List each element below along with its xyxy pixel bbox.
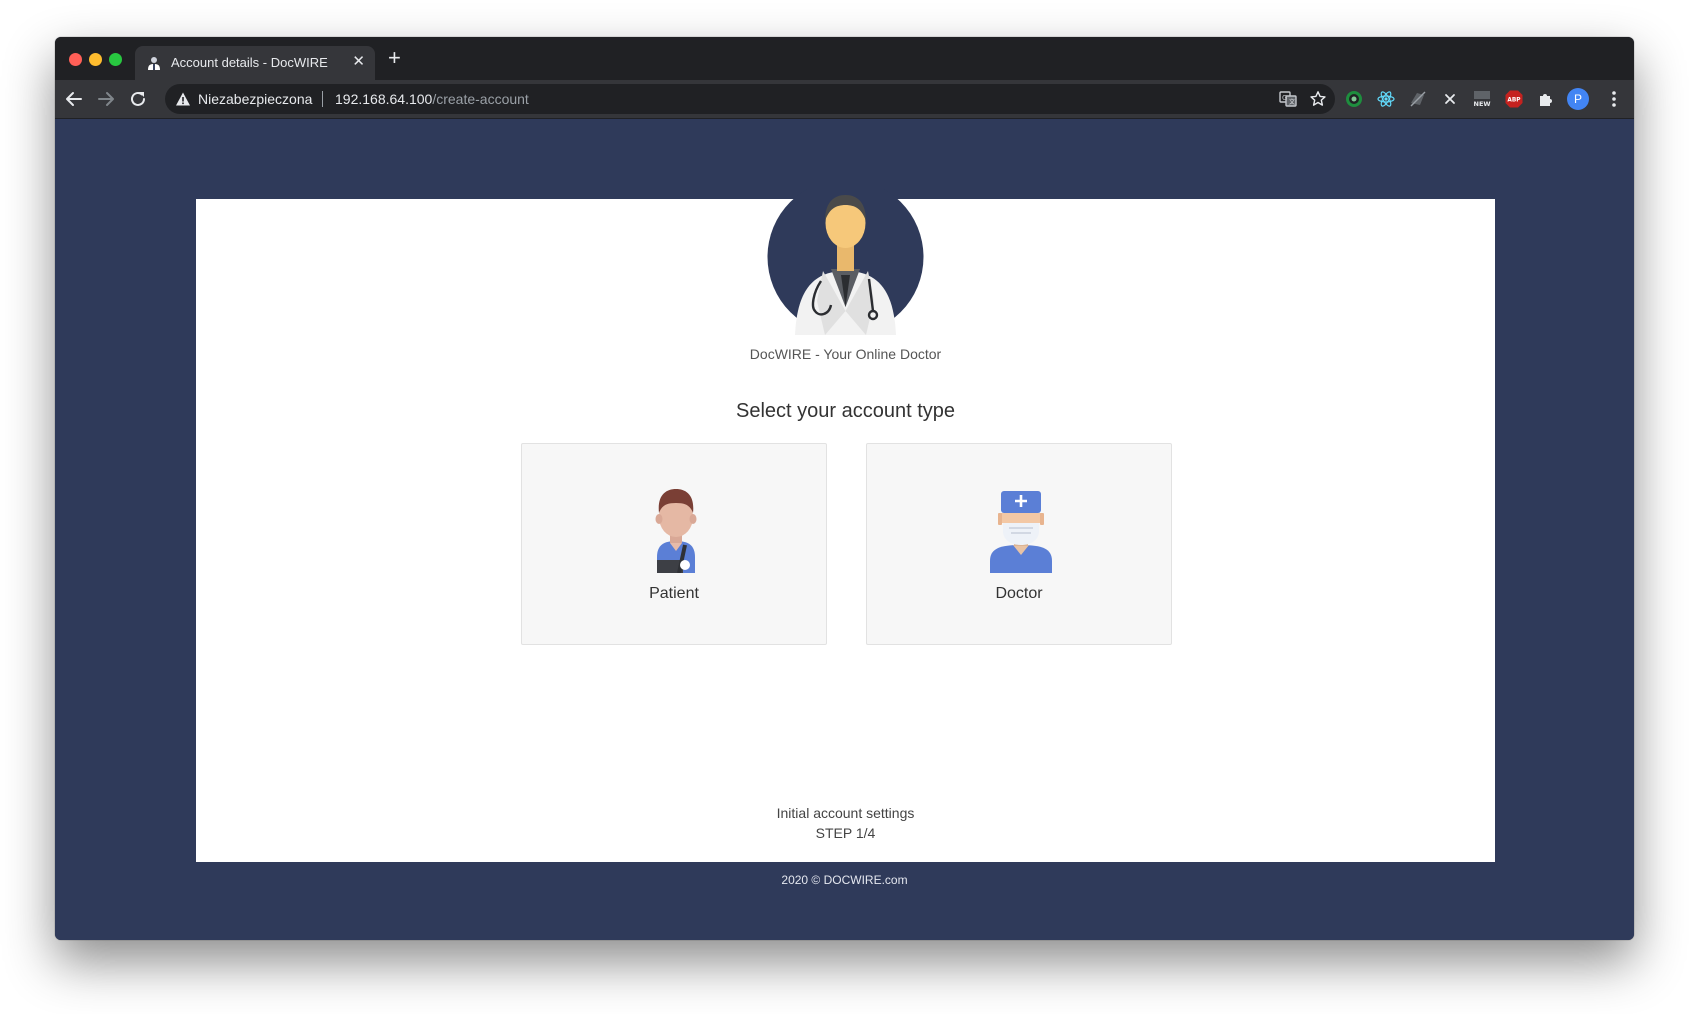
extension-new-icon[interactable]: NEW	[1472, 89, 1492, 109]
translate-icon[interactable]: G 文	[1279, 90, 1297, 108]
tab-bar: Account details - DocWIRE ✕ +	[55, 37, 1634, 80]
footer-copyright: 2020 © DOCWIRE.com	[781, 873, 908, 887]
extension-hidden-icon[interactable]	[1408, 89, 1428, 109]
step-progress: STEP 1/4	[815, 825, 876, 841]
browser-window: Account details - DocWIRE ✕ + Niezabezpi…	[55, 37, 1634, 940]
account-setup-card: DocWIRE - Your Online Doctor Select your…	[196, 189, 1495, 862]
browser-toolbar: Niezabezpieczona 192.168.64.100/create-a…	[55, 80, 1634, 119]
url-text[interactable]: 192.168.64.100/create-account	[335, 91, 529, 107]
step-title: Initial account settings	[776, 805, 915, 821]
bookmark-star-icon[interactable]	[1309, 90, 1327, 108]
address-separator	[322, 91, 323, 107]
tab-title: Account details - DocWIRE	[171, 55, 328, 70]
tab-close-icon[interactable]: ✕	[352, 54, 365, 70]
reload-icon[interactable]	[127, 88, 149, 110]
extension-react-icon[interactable]	[1376, 89, 1396, 109]
url-host: 192.168.64.100	[335, 91, 433, 107]
warning-icon[interactable]	[175, 91, 191, 107]
brand-tagline: DocWIRE - Your Online Doctor	[749, 346, 942, 362]
kebab-menu-icon[interactable]	[1611, 89, 1617, 109]
back-arrow-icon[interactable]	[63, 88, 85, 110]
extension-target-icon[interactable]	[1344, 89, 1364, 109]
doctor-option-card[interactable]: Doctor	[866, 443, 1172, 645]
minimize-window-button[interactable]	[89, 53, 102, 66]
security-status-label[interactable]: Niezabezpieczona	[198, 91, 312, 107]
patient-option-label: Patient	[649, 585, 699, 602]
active-tab[interactable]: Account details - DocWIRE ✕	[135, 46, 375, 80]
doctor-option-label: Doctor	[995, 585, 1043, 602]
patient-icon	[655, 489, 697, 573]
profile-avatar[interactable]: P	[1567, 88, 1589, 110]
page-viewport: DocWIRE - Your Online Doctor Select your…	[55, 119, 1634, 940]
extension-x-icon[interactable]	[1440, 89, 1460, 109]
maximize-window-button[interactable]	[109, 53, 122, 66]
doctor-avatar-icon	[767, 189, 924, 335]
close-window-button[interactable]	[69, 53, 82, 66]
account-type-heading: Select your account type	[735, 400, 955, 422]
extension-abp-label: ABP	[1507, 98, 1521, 104]
new-tab-button[interactable]: +	[388, 47, 401, 69]
forward-arrow-icon[interactable]	[95, 88, 117, 110]
url-path: /create-account	[432, 91, 529, 107]
extension-new-label: NEW	[1474, 100, 1491, 108]
svg-text:G: G	[1282, 94, 1287, 102]
doctor-icon	[990, 491, 1052, 573]
extension-puzzle-icon[interactable]	[1536, 89, 1556, 109]
doctor-favicon-icon	[148, 57, 160, 70]
patient-option-card[interactable]: Patient	[521, 443, 827, 645]
address-bar[interactable]: Niezabezpieczona 192.168.64.100/create-a…	[165, 84, 1335, 114]
extension-abp-icon[interactable]: ABP	[1504, 89, 1524, 109]
svg-text:文: 文	[1289, 98, 1295, 106]
